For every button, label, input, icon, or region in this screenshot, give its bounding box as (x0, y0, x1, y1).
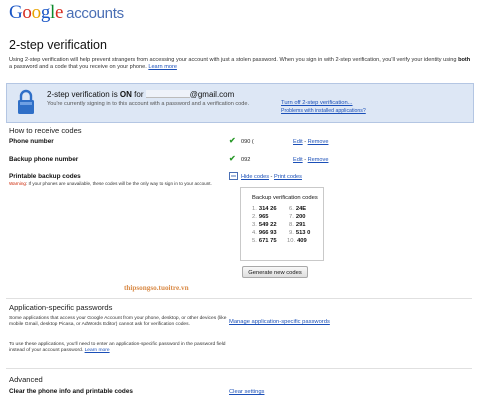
intro-both: both (458, 57, 471, 63)
phone-number-value: 090 ( (241, 139, 254, 145)
receive-codes-heading: How to receive codes (9, 126, 82, 135)
backup-codes-title: Backup verification codes (252, 195, 318, 201)
problems-link[interactable]: Problems with installed applications? (281, 108, 366, 114)
phone-edit-link[interactable]: Edit (293, 139, 303, 145)
app-passwords-para2-text: To use these applications, you'll need t… (9, 342, 226, 354)
backup-codes-warning: Warning: If your phones are unavailable,… (9, 181, 224, 187)
status-subtitle: You're currently signing in to this acco… (47, 101, 250, 107)
app-passwords-para2: To use these applications, you'll need t… (9, 342, 229, 354)
generate-new-codes-button[interactable]: Generate new codes (242, 266, 308, 278)
status-mid: for (131, 90, 146, 99)
clear-settings-label: Clear the phone info and printable codes (9, 388, 133, 395)
check-icon: ✔ (229, 136, 236, 145)
hide-codes-link[interactable]: Hide codes (241, 174, 269, 180)
code-item: 5. 671 75 (252, 238, 277, 244)
code-item: 1. 314 26 (252, 206, 277, 212)
codes-actions: Hide codes - Print codes (241, 174, 302, 180)
app-passwords-para1: Some applications that access your Googl… (9, 316, 227, 328)
check-icon: ✔ (229, 154, 236, 163)
redacted-email (145, 90, 190, 98)
intro-part1: Using 2-step verification will help prev… (9, 57, 459, 63)
warning-text: : If your phones are unavailable, these … (25, 181, 212, 186)
manage-app-passwords-link[interactable]: Manage application-specific passwords (229, 319, 330, 325)
phone-actions: Edit - Remove (293, 139, 328, 145)
warning-label: Warning (9, 181, 26, 186)
advanced-heading: Advanced (9, 375, 43, 384)
backup-phone-value: 092 (241, 157, 251, 163)
status-on: ON (119, 90, 132, 99)
code-item: 6. 24E (289, 206, 307, 212)
logo-letter: o (22, 2, 32, 23)
status-text: 2-step verification is ON for @gmail.com (47, 90, 234, 99)
code-item: 7. 200 (289, 214, 306, 220)
code-item: 9. 513 0 (289, 230, 311, 236)
logo-letter: G (9, 2, 23, 23)
backup-phone-label: Backup phone number (9, 156, 79, 163)
app-passwords-heading: Application-specific passwords (9, 303, 113, 312)
intro-text: Using 2-step verification will help prev… (9, 57, 471, 71)
clear-settings-link[interactable]: Clear settings (229, 389, 264, 395)
watermark-text: thipsongso.tuoitre.vn (124, 284, 189, 292)
logo-letter: e (55, 2, 64, 23)
code-item: 4. 966 93 (252, 230, 277, 236)
backup-phone-remove-link[interactable]: Remove (308, 157, 329, 163)
code-item: 2. 965 (252, 214, 269, 220)
logo-letter: g (40, 2, 51, 23)
section-divider (6, 368, 472, 369)
phone-number-label: Phone number (9, 138, 54, 145)
backup-phone-actions: Edit - Remove (293, 157, 328, 163)
backup-codes-box: Backup verification codes 1. 314 26 2. 965… (240, 187, 324, 261)
app-passwords-learn-more-link[interactable]: Learn more (85, 348, 110, 353)
google-accounts-logo: Google accounts (9, 2, 124, 24)
phone-remove-link[interactable]: Remove (308, 139, 329, 145)
code-item: 8. 291 (289, 222, 306, 228)
collapse-icon[interactable] (229, 172, 238, 180)
logo-suffix: accounts (66, 5, 124, 22)
section-divider (6, 298, 472, 299)
logo-letter: o (31, 2, 42, 23)
print-codes-link[interactable]: Print codes (274, 174, 302, 180)
turn-off-link[interactable]: Turn off 2-step verification... (281, 100, 353, 106)
page-title: 2-step verification (9, 38, 107, 52)
status-prefix: 2-step verification is (47, 90, 120, 99)
intro-part2: a password and a code that you receive o… (9, 64, 149, 70)
backup-codes-label: Printable backup codes (9, 173, 81, 180)
code-item: 10. 409 (287, 238, 307, 244)
backup-phone-edit-link[interactable]: Edit (293, 157, 303, 163)
status-banner: 2-step verification is ON for @gmail.com… (6, 83, 474, 123)
code-item: 3. 549 22 (252, 222, 277, 228)
lock-icon (18, 89, 34, 114)
intro-learn-more-link[interactable]: Learn more (148, 64, 177, 70)
email-suffix: @gmail.com (189, 90, 235, 99)
